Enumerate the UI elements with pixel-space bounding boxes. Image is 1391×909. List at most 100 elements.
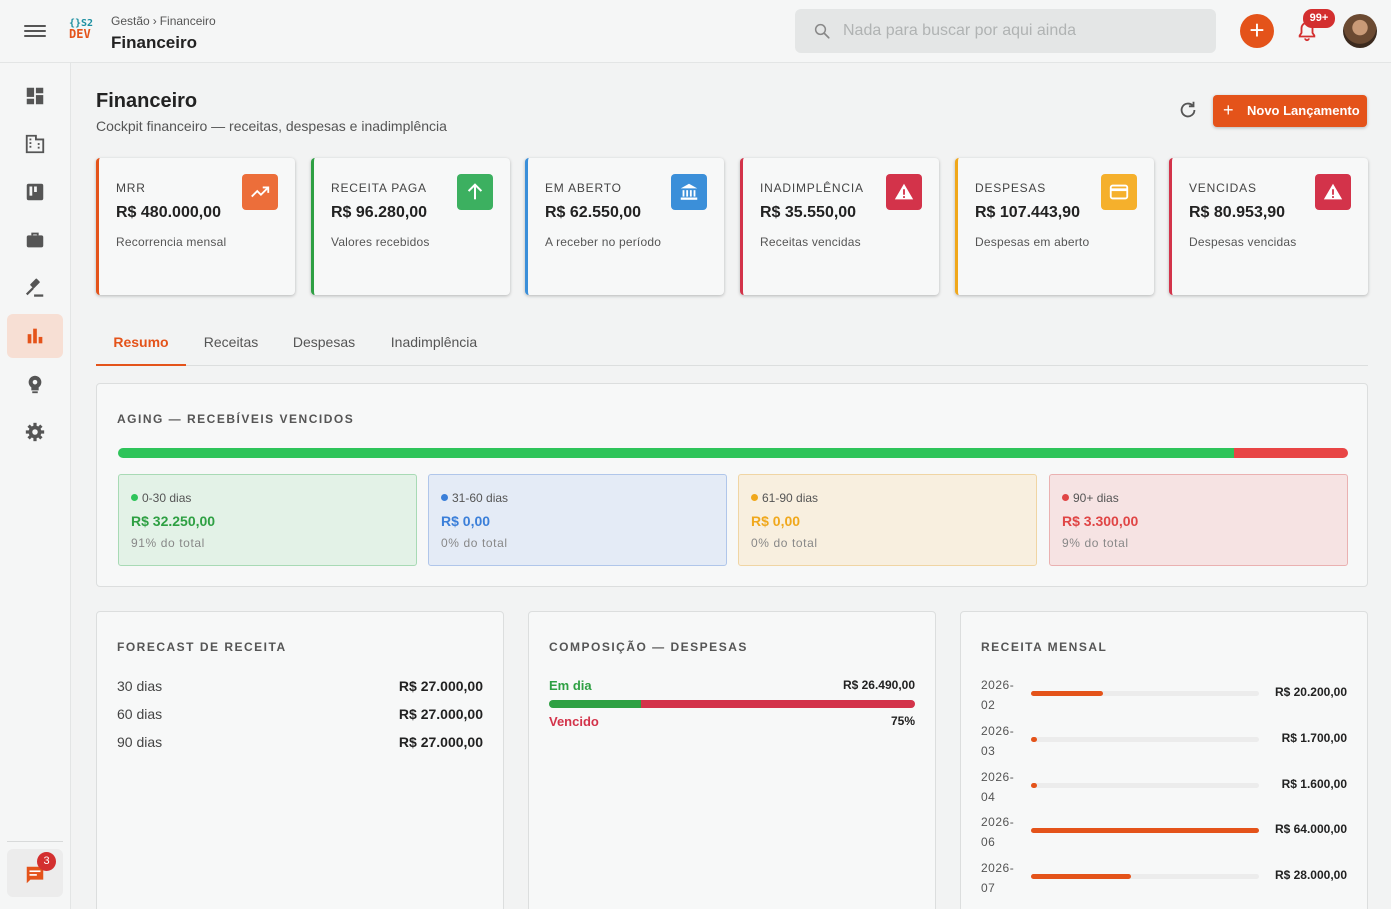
aging-bar-segment-current — [118, 448, 1234, 458]
month-bar-track — [1031, 691, 1259, 696]
sidebar-item-legal[interactable] — [7, 266, 63, 310]
kpi-description: Despesas em aberto — [975, 235, 1090, 249]
sidebar-item-settings[interactable] — [7, 410, 63, 454]
aging-bucket-31-60[interactable]: 31-60 dias R$ 0,00 0% do total — [428, 474, 727, 566]
app-logo[interactable]: {}S2 DEV — [69, 18, 99, 44]
em-dia-value: R$ 26.490,00 — [842, 678, 915, 692]
chat-badge: 3 — [37, 852, 56, 871]
bucket-value: R$ 3.300,00 — [1062, 513, 1139, 529]
bucket-label: 61-90 dias — [751, 491, 818, 505]
kpi-card-receita-paga[interactable]: Receita paga R$ 96.280,00 Valores recebi… — [311, 158, 510, 295]
kpi-label: Em aberto — [545, 181, 622, 195]
month-bar-fill — [1031, 828, 1259, 833]
month-bar-track — [1031, 737, 1259, 742]
forecast-row: 90 dias R$ 27.000,00 — [117, 734, 483, 754]
composicao-bar-em-dia — [549, 700, 641, 708]
arrow-up-icon — [457, 174, 493, 210]
status-dot-icon — [131, 494, 138, 501]
bar-chart-icon — [27, 328, 43, 344]
bucket-label: 90+ dias — [1062, 491, 1119, 505]
sidebar-item-kanban[interactable] — [7, 170, 63, 214]
gear-bulb-icon — [28, 375, 42, 394]
month-value: R$ 20.200,00 — [1274, 685, 1347, 699]
briefcase-icon — [26, 232, 44, 248]
tab-inadimplencia[interactable]: Inadimplência — [378, 318, 490, 366]
aging-bucket-61-90[interactable]: 61-90 dias R$ 0,00 0% do total — [738, 474, 1037, 566]
kpi-card-despesas[interactable]: Despesas R$ 107.443,90 Despesas em abert… — [955, 158, 1154, 295]
plus-icon: + — [1223, 100, 1234, 120]
status-dot-icon — [1062, 494, 1069, 501]
kpi-card-vencidas[interactable]: Vencidas R$ 80.953,90 Despesas vencidas — [1169, 158, 1368, 295]
avatar[interactable] — [1343, 14, 1377, 48]
bucket-percent: 0% do total — [751, 536, 818, 550]
sidebar-item-insights[interactable] — [7, 362, 63, 406]
tab-receitas[interactable]: Receitas — [192, 318, 270, 366]
aging-bucket-90-plus[interactable]: 90+ dias R$ 3.300,00 9% do total — [1049, 474, 1348, 566]
kpi-value: R$ 80.953,90 — [1189, 204, 1286, 221]
page-subtitle: Cockpit financeiro — receitas, despesas … — [96, 118, 447, 134]
month-bar-track — [1031, 783, 1259, 788]
receita-mensal-title: Receita mensal — [981, 640, 1108, 654]
quick-add-button[interactable]: + — [1240, 14, 1274, 48]
bucket-label: 0-30 dias — [131, 491, 191, 505]
gavel-icon — [25, 278, 44, 297]
month-value: R$ 1.600,00 — [1281, 777, 1347, 791]
month-bar-fill — [1031, 783, 1037, 788]
kpi-value: R$ 480.000,00 — [116, 204, 221, 221]
receita-mensal-row: 2026-02 R$ 20.200,00 — [981, 675, 1347, 721]
forecast-row: 30 dias R$ 27.000,00 — [117, 678, 483, 698]
sidebar-item-financeiro[interactable] — [7, 314, 63, 358]
sidebar-item-projects[interactable] — [7, 218, 63, 262]
breadcrumb-item-gestao[interactable]: Gestão — [111, 14, 150, 28]
sidebar-item-companies[interactable] — [7, 122, 63, 166]
forecast-label: 60 dias — [117, 706, 163, 722]
card-icon — [1101, 174, 1137, 210]
composicao-panel: Composição — Despesas Em dia R$ 26.490,0… — [528, 611, 936, 909]
vencido-value: 75% — [890, 714, 915, 728]
bucket-value: R$ 0,00 — [441, 513, 491, 529]
composicao-bar-vencido — [640, 700, 915, 708]
refresh-icon[interactable] — [1177, 99, 1199, 121]
tab-despesas[interactable]: Despesas — [282, 318, 366, 366]
kpi-card-mrr[interactable]: MRR R$ 480.000,00 Recorrencia mensal — [96, 158, 295, 295]
forecast-title: Forecast de receita — [117, 640, 287, 654]
top-bar: {}S2 DEV Gestão›Financeiro Financeiro + … — [0, 0, 1391, 63]
bucket-value: R$ 0,00 — [751, 513, 801, 529]
kpi-value: R$ 62.550,00 — [545, 204, 642, 221]
tab-resumo[interactable]: Resumo — [96, 318, 186, 366]
kpi-label: Receita paga — [331, 181, 427, 195]
aging-progress-bar — [118, 448, 1348, 458]
month-value: R$ 28.000,00 — [1274, 868, 1347, 882]
month-bar-fill — [1031, 737, 1038, 742]
kpi-description: Valores recebidos — [331, 235, 430, 249]
kpi-value: R$ 35.550,00 — [760, 204, 857, 221]
em-dia-label: Em dia — [549, 678, 592, 693]
warning-icon — [1315, 174, 1351, 210]
vencido-label: Vencido — [549, 714, 599, 729]
breadcrumb-item-financeiro: Financeiro — [159, 14, 216, 28]
forecast-label: 90 dias — [117, 734, 163, 750]
receita-mensal-row: 2026-07 R$ 28.000,00 — [981, 858, 1347, 904]
receita-mensal-panel: Receita mensal 2026-02 R$ 20.200,00 2026… — [960, 611, 1368, 909]
kpi-description: Despesas vencidas — [1189, 235, 1297, 249]
tab-bar: Resumo Receitas Despesas Inadimplência — [96, 318, 1368, 366]
forecast-panel: Forecast de receita 30 dias R$ 27.000,00 … — [96, 611, 504, 909]
forecast-row: 60 dias R$ 27.000,00 — [117, 706, 483, 726]
page-title: Financeiro — [96, 90, 198, 112]
kpi-card-inadimplencia[interactable]: Inadimplência R$ 35.550,00 Receitas venc… — [740, 158, 939, 295]
receita-mensal-row: 2026-03 R$ 1.700,00 — [981, 721, 1347, 767]
search-box[interactable] — [795, 9, 1216, 53]
month-label: 2026-02 — [981, 678, 1015, 712]
kpi-card-em-aberto[interactable]: Em aberto R$ 62.550,00 A receber no perí… — [525, 158, 724, 295]
menu-icon[interactable] — [24, 22, 46, 40]
notifications-badge: 99+ — [1303, 9, 1335, 28]
composicao-bar — [549, 700, 915, 708]
kanban-icon — [26, 183, 44, 201]
search-input[interactable] — [843, 21, 1193, 41]
bank-icon — [671, 174, 707, 210]
aging-bucket-0-30[interactable]: 0-30 dias R$ 32.250,00 91% do total — [118, 474, 417, 566]
sidebar-item-dashboard[interactable] — [7, 74, 63, 118]
bucket-percent: 0% do total — [441, 536, 508, 550]
new-entry-button[interactable]: + Novo Lançamento — [1213, 95, 1367, 127]
forecast-value: R$ 27.000,00 — [398, 734, 483, 750]
